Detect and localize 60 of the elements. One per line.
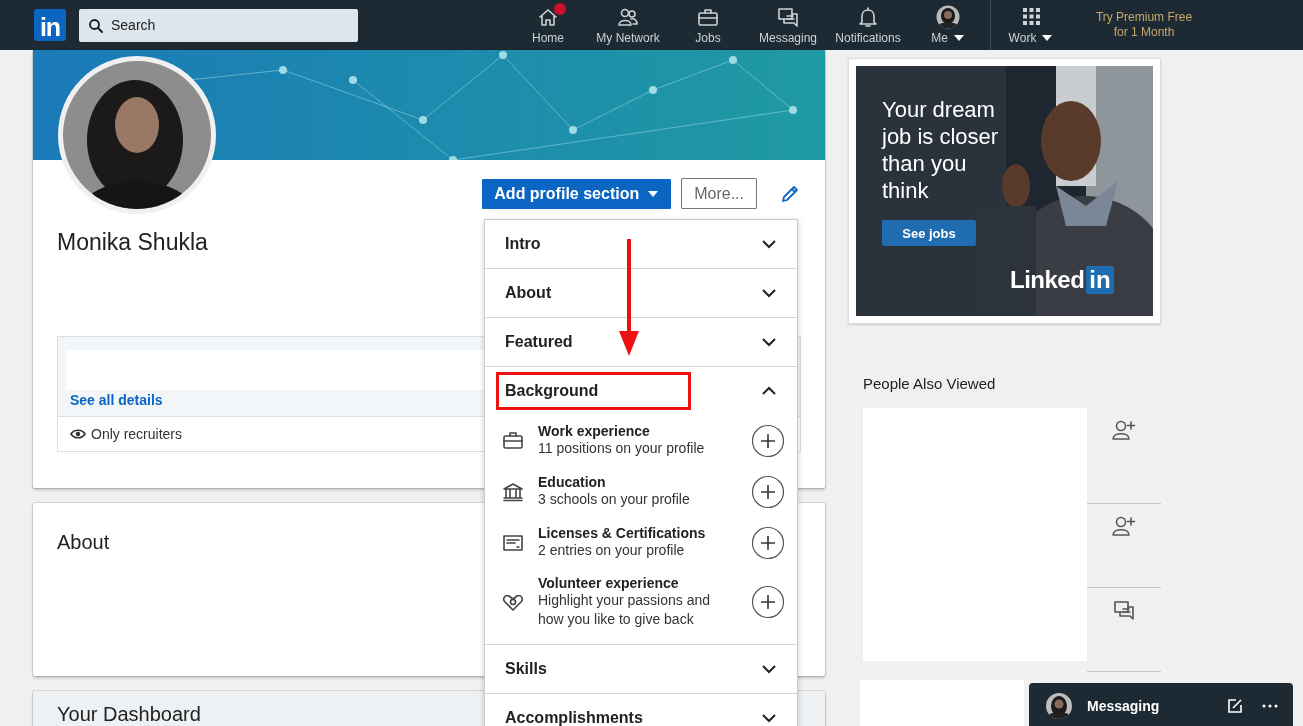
profile-name: Monika Shukla <box>57 229 208 256</box>
bank-icon <box>502 480 524 503</box>
messaging-bar[interactable]: Messaging <box>1029 683 1293 726</box>
ad-headline: Your dream job is closer than you think <box>882 96 1000 204</box>
linkedin-logo[interactable]: in <box>34 9 66 41</box>
add-button[interactable] <box>751 423 785 458</box>
caret-icon <box>952 34 965 42</box>
caret-icon <box>1041 34 1054 42</box>
menu-item[interactable]: Accomplishments <box>485 694 797 726</box>
logo-badge: in <box>1086 266 1114 294</box>
see-jobs-button[interactable]: See jobs <box>882 220 976 246</box>
more-button[interactable]: More... <box>681 178 757 209</box>
menu-item-label: Background <box>496 372 692 410</box>
caret-icon <box>647 189 660 198</box>
more-icon[interactable] <box>1261 702 1279 709</box>
nav-item[interactable]: Notifications <box>828 0 908 50</box>
nav-item[interactable]: Home <box>508 0 588 50</box>
eye-icon <box>70 428 86 440</box>
bell-icon <box>856 5 880 29</box>
menu-item[interactable]: Intro <box>485 220 797 268</box>
add-person-icon[interactable] <box>1111 418 1137 442</box>
menu-option-title: Work experience <box>538 423 651 439</box>
menu-option-description: 2 entries on your profile <box>538 541 686 560</box>
nav-item[interactable]: Work <box>991 0 1071 50</box>
menu-item[interactable]: Skills <box>485 645 797 693</box>
menu-option-title: Education <box>538 474 607 490</box>
briefcase-icon <box>502 429 524 452</box>
add-button[interactable] <box>751 525 785 560</box>
menu-item-label: Accomplishments <box>505 708 643 726</box>
add-profile-section-button[interactable]: Add profile section <box>482 178 672 209</box>
nav-item[interactable]: Messaging <box>748 0 828 50</box>
menu-option-description: Highlight your passions and how you like to give back <box>538 591 711 629</box>
chat-icon <box>776 5 800 29</box>
nav-item[interactable]: My Network <box>588 0 668 50</box>
section-title: About <box>57 531 110 554</box>
premium-link[interactable]: Try Premium Free for 1 Month <box>1089 10 1199 40</box>
visibility-label: Only recruiters <box>91 426 183 442</box>
menu-option-description: 3 schools on your profile <box>538 490 691 509</box>
section-title: Your Dashboard <box>57 703 201 726</box>
menu-item-label: Featured <box>505 332 573 352</box>
section-heading: People Also Viewed <box>863 375 997 392</box>
chat-icon[interactable] <box>1112 598 1136 622</box>
menu-option-title: Licenses & Certifications <box>538 525 707 541</box>
menu-option-description: 11 positions on your profile <box>538 439 706 458</box>
menu-item[interactable]: Background <box>485 367 797 415</box>
menu-item-label: About <box>505 283 552 303</box>
search-field[interactable]: Search <box>79 8 358 42</box>
add-button[interactable] <box>751 474 785 509</box>
compose-icon[interactable] <box>1227 697 1243 714</box>
nav-item[interactable]: Jobs <box>668 0 748 50</box>
menu-option-title: Volunteer experience <box>538 575 680 591</box>
menu-item[interactable]: Featured <box>485 318 797 366</box>
menu-item-label: Skills <box>505 659 547 679</box>
nav-item[interactable]: Me <box>908 0 988 50</box>
menu-item-label: Intro <box>505 234 541 254</box>
logo-word: Linked <box>1010 266 1085 294</box>
add-button[interactable] <box>751 585 785 619</box>
messaging-label: Messaging <box>1087 697 1161 714</box>
add-person-icon[interactable] <box>1111 514 1137 538</box>
menu-item[interactable]: About <box>485 269 797 317</box>
